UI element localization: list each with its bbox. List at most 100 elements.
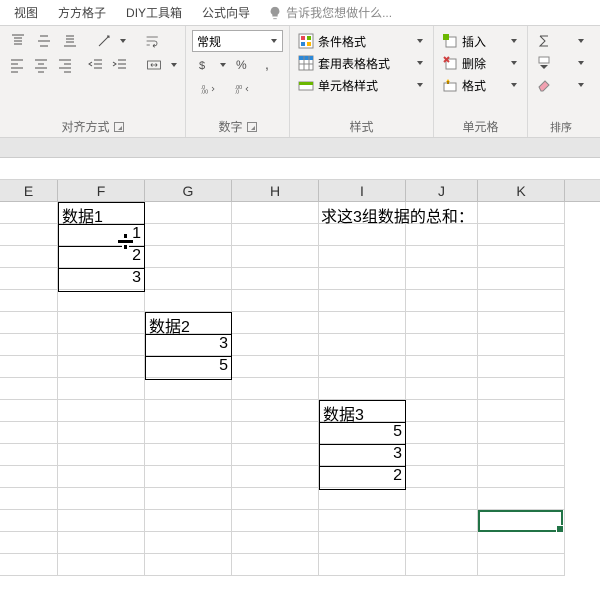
cell[interactable] <box>478 290 565 312</box>
cell[interactable] <box>0 510 58 532</box>
fill-button[interactable] <box>534 52 588 74</box>
cell[interactable] <box>319 334 406 356</box>
align-middle-button[interactable] <box>32 30 56 52</box>
cell[interactable] <box>145 444 232 466</box>
accounting-dropdown[interactable] <box>218 54 228 76</box>
cell[interactable] <box>478 400 565 422</box>
cell[interactable] <box>58 532 145 554</box>
cell[interactable] <box>232 510 319 532</box>
cell[interactable] <box>406 268 478 290</box>
cell[interactable] <box>232 202 319 224</box>
cell[interactable] <box>145 554 232 576</box>
align-right-button[interactable] <box>54 54 76 76</box>
cell[interactable] <box>58 554 145 576</box>
orientation-dropdown[interactable] <box>118 30 128 52</box>
cell[interactable] <box>232 488 319 510</box>
cell[interactable] <box>232 312 319 334</box>
cell[interactable] <box>145 290 232 312</box>
cell[interactable] <box>478 312 565 334</box>
col-header-G[interactable]: G <box>145 180 232 201</box>
merge-dropdown[interactable] <box>170 54 179 76</box>
conditional-formatting-button[interactable]: 条件格式 <box>296 30 427 52</box>
cell[interactable] <box>406 444 478 466</box>
cell[interactable] <box>319 246 406 268</box>
align-left-button[interactable] <box>6 54 28 76</box>
cell[interactable] <box>0 422 58 444</box>
cell[interactable] <box>406 422 478 444</box>
cell[interactable] <box>232 268 319 290</box>
cell[interactable] <box>478 488 565 510</box>
cell[interactable] <box>232 356 319 378</box>
cell[interactable] <box>145 422 232 444</box>
cell[interactable] <box>478 268 565 290</box>
cell[interactable] <box>58 356 145 378</box>
cell[interactable] <box>58 400 145 422</box>
cell[interactable] <box>58 334 145 356</box>
autosum-button[interactable] <box>534 30 588 52</box>
tell-me[interactable]: 告诉我您想做什么... <box>268 4 392 21</box>
col-header-I[interactable]: I <box>319 180 406 201</box>
cell[interactable] <box>232 400 319 422</box>
cell[interactable] <box>58 422 145 444</box>
decrease-decimal-button[interactable]: .00.0 <box>226 78 258 100</box>
tab-diytools[interactable]: DIY工具箱 <box>116 0 192 25</box>
align-top-button[interactable] <box>6 30 30 52</box>
cell[interactable] <box>58 510 145 532</box>
cell[interactable] <box>406 532 478 554</box>
spreadsheet-grid[interactable]: E F G H I J K 求这3组数据的总和： 数据1 1 2 3 数据2 3… <box>0 158 600 576</box>
cell[interactable] <box>145 268 232 290</box>
cell[interactable] <box>406 378 478 400</box>
cell[interactable] <box>145 532 232 554</box>
col-header-H[interactable]: H <box>232 180 319 201</box>
cell[interactable] <box>319 510 406 532</box>
align-center-button[interactable] <box>30 54 52 76</box>
cell[interactable] <box>0 466 58 488</box>
cell[interactable] <box>0 554 58 576</box>
merge-center-button[interactable] <box>141 54 168 76</box>
cell[interactable] <box>0 268 58 290</box>
cell[interactable] <box>478 356 565 378</box>
cell[interactable] <box>406 334 478 356</box>
number-format-combo[interactable]: 常规 <box>192 30 283 52</box>
cell[interactable] <box>58 312 145 334</box>
cell[interactable] <box>145 246 232 268</box>
cell[interactable] <box>319 356 406 378</box>
cell[interactable] <box>406 466 478 488</box>
cell[interactable] <box>478 554 565 576</box>
col-header-E[interactable]: E <box>0 180 58 201</box>
cell[interactable] <box>58 466 145 488</box>
cell[interactable] <box>406 554 478 576</box>
orientation-button[interactable] <box>92 30 116 52</box>
cell[interactable] <box>0 378 58 400</box>
cell[interactable] <box>319 554 406 576</box>
cell[interactable] <box>319 312 406 334</box>
cell[interactable] <box>319 488 406 510</box>
cell[interactable] <box>406 290 478 312</box>
cell[interactable] <box>145 510 232 532</box>
cell[interactable] <box>319 532 406 554</box>
cell[interactable] <box>145 224 232 246</box>
cell[interactable] <box>58 444 145 466</box>
cell[interactable] <box>232 466 319 488</box>
cell[interactable] <box>0 290 58 312</box>
decrease-indent-button[interactable] <box>85 54 107 76</box>
cell[interactable] <box>0 488 58 510</box>
cell[interactable] <box>232 224 319 246</box>
cell[interactable] <box>0 356 58 378</box>
cell[interactable] <box>0 334 58 356</box>
cell[interactable] <box>232 378 319 400</box>
cell[interactable] <box>232 422 319 444</box>
clear-button[interactable] <box>534 74 588 96</box>
cell[interactable] <box>58 488 145 510</box>
align-bottom-button[interactable] <box>58 30 82 52</box>
cell[interactable] <box>319 290 406 312</box>
cell[interactable] <box>478 510 565 532</box>
cell[interactable] <box>145 202 232 224</box>
format-cells-button[interactable]: 格式 <box>440 74 521 96</box>
cell[interactable] <box>145 488 232 510</box>
delete-cells-button[interactable]: 删除 <box>440 52 521 74</box>
cell[interactable] <box>232 444 319 466</box>
cell[interactable] <box>478 378 565 400</box>
alignment-launcher[interactable] <box>114 122 124 132</box>
cell[interactable] <box>145 466 232 488</box>
